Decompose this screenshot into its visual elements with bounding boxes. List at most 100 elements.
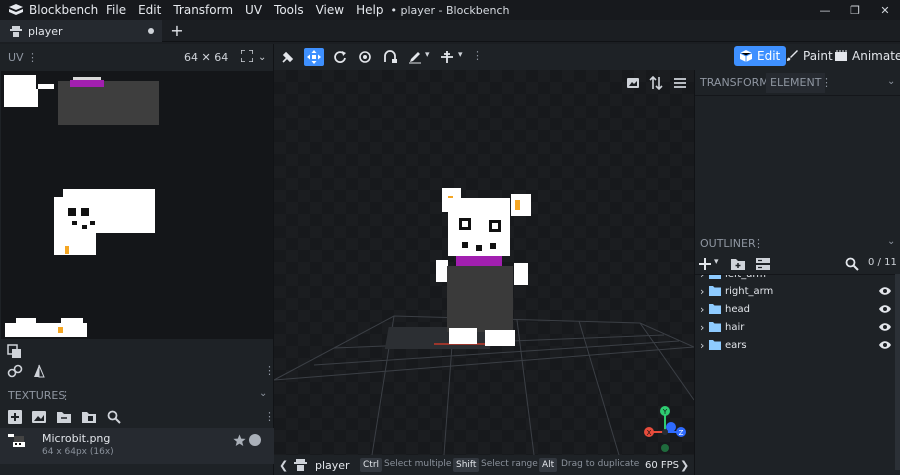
outliner-item-hair[interactable]: › hair (695, 318, 895, 336)
main-toolbar: ▾ ▾ ⋮ (274, 44, 694, 70)
3d-viewport[interactable]: Y X Z (274, 70, 694, 455)
right-panel: TRANSFORM ELEMENT ⋮ ⌄ OUTLINER ⋮ ⌄ ▾ 0 /… (694, 70, 900, 475)
chevron-down-icon[interactable]: ⌄ (887, 236, 895, 247)
add-folder-texture-icon[interactable] (57, 410, 71, 424)
key-hint-text: Drag to duplicate (561, 459, 640, 469)
outliner-item-right-arm[interactable]: › right_arm (695, 282, 895, 300)
mouth (462, 242, 468, 248)
maximize-button[interactable]: ❐ (840, 0, 870, 20)
check-icon[interactable] (249, 434, 261, 446)
import-texture-icon[interactable] (8, 410, 22, 424)
gizmo-x-label: X (647, 429, 652, 437)
foot-left (449, 328, 477, 344)
outliner-item-label: head (725, 303, 750, 315)
properties-menu-icon[interactable]: ⋮ (821, 76, 832, 89)
mirror-icon[interactable] (31, 363, 47, 379)
tool-transform-dropdown[interactable]: ▾ (457, 48, 469, 66)
tool-move[interactable] (304, 48, 324, 66)
cube-icon (740, 50, 752, 62)
outliner-scrollbar[interactable] (895, 274, 900, 470)
menu-help[interactable]: Help (350, 3, 389, 17)
tool-vertex[interactable] (380, 48, 400, 66)
move-tool-icon (307, 50, 321, 64)
screenshot-icon[interactable] (626, 76, 640, 90)
menu-tools[interactable]: Tools (268, 3, 310, 17)
chevron-right-icon[interactable]: › (700, 275, 704, 281)
menu-view[interactable]: View (310, 3, 350, 17)
chevron-down-icon: ▾ (458, 50, 463, 60)
add-group-icon[interactable] (731, 257, 745, 271)
mouth (490, 243, 496, 249)
eye-icon[interactable] (879, 322, 891, 332)
uv-editor-canvas[interactable] (1, 71, 273, 339)
outliner-item-ears[interactable]: › ears (695, 336, 895, 354)
tool-rotate[interactable] (330, 48, 350, 66)
tab-transform[interactable]: TRANSFORM (700, 76, 769, 89)
collapse-all-icon[interactable] (756, 257, 770, 271)
folder-icon (709, 304, 721, 314)
tool-draw-dropdown[interactable]: ▾ (424, 48, 436, 66)
folder-icon (709, 275, 721, 279)
eye-icon[interactable] (879, 340, 891, 350)
uv-ear-accent (58, 327, 63, 333)
search-icon[interactable] (845, 257, 859, 271)
tool-transform-space[interactable] (437, 48, 457, 66)
outliner-menu-icon[interactable]: ⋮ (753, 237, 764, 250)
hamburger-menu-icon[interactable] (673, 76, 687, 90)
menu-transform[interactable]: Transform (167, 3, 239, 17)
close-window-button[interactable]: ✕ (870, 0, 900, 20)
copy-paste-icon[interactable] (7, 344, 23, 360)
uv-bottom-patch (5, 323, 87, 337)
textures-menu-icon[interactable]: ⋮ (60, 389, 71, 402)
menu-uv[interactable]: UV (239, 3, 268, 17)
chevron-down-icon[interactable]: ▾ (714, 257, 719, 267)
mode-edit-button[interactable]: Edit (734, 46, 787, 66)
chevron-down-icon[interactable]: ⌄ (887, 76, 895, 87)
chevron-right-icon[interactable]: › (700, 321, 704, 334)
outliner-item-head[interactable]: › head (695, 300, 895, 318)
uv-size-label: 64 ✕ 64 (184, 50, 229, 64)
tool-pivot[interactable] (355, 48, 375, 66)
link-icon[interactable] (7, 363, 23, 379)
fullscreen-icon[interactable] (241, 50, 253, 62)
toolbar-menu[interactable]: ⋮ (470, 48, 483, 66)
uv-menu-icon[interactable]: ⋮ (27, 51, 38, 64)
tool-vertex-snap[interactable] (278, 48, 298, 66)
menu-file[interactable]: File (100, 3, 132, 17)
transform-space-icon (441, 51, 453, 63)
chevron-right-icon[interactable]: › (700, 339, 704, 352)
vertex-tool-icon (384, 50, 397, 63)
mode-paint-button[interactable]: Paint (786, 46, 833, 66)
star-icon[interactable] (233, 434, 246, 447)
chevron-down-icon[interactable]: ⌄ (258, 52, 266, 63)
app-name: Blockbench (29, 3, 99, 17)
eye-icon[interactable] (879, 304, 891, 314)
mode-edit-label: Edit (757, 49, 781, 63)
sort-arrows-icon[interactable] (649, 76, 663, 90)
minimize-button[interactable]: — (810, 0, 840, 20)
chevron-down-icon[interactable]: ⌄ (259, 388, 267, 399)
tab-bar: player + (0, 20, 900, 42)
chevron-right-icon[interactable]: › (700, 285, 704, 298)
texture-list-item[interactable]: Microbit.png 64 x 64px (16x) (0, 428, 274, 464)
search-icon[interactable] (107, 410, 121, 424)
create-texture-icon[interactable] (32, 410, 46, 424)
folder-icon[interactable] (82, 410, 96, 424)
window-controls: — ❐ ✕ (810, 0, 900, 20)
eye-icon[interactable] (879, 286, 891, 296)
tool-draw[interactable] (405, 48, 425, 66)
tab-player[interactable]: player (0, 20, 162, 42)
tab-element[interactable]: ELEMENT (766, 73, 826, 93)
chevron-right-icon[interactable]: ❯ (680, 459, 689, 472)
menu-edit[interactable]: Edit (132, 3, 167, 17)
chevron-left-icon[interactable]: ❮ (279, 459, 288, 472)
texture-thumbnail (8, 434, 25, 447)
eye-left-highlight (462, 221, 468, 227)
uv-face-lower (54, 233, 96, 255)
scene-render: Y X Z (274, 70, 694, 455)
chevron-right-icon[interactable]: › (700, 303, 704, 316)
new-tab-button[interactable]: + (167, 21, 187, 41)
mode-animate-button[interactable]: Animate (835, 46, 900, 66)
uv-bottom-patch (16, 318, 36, 324)
add-icon[interactable] (698, 257, 712, 271)
